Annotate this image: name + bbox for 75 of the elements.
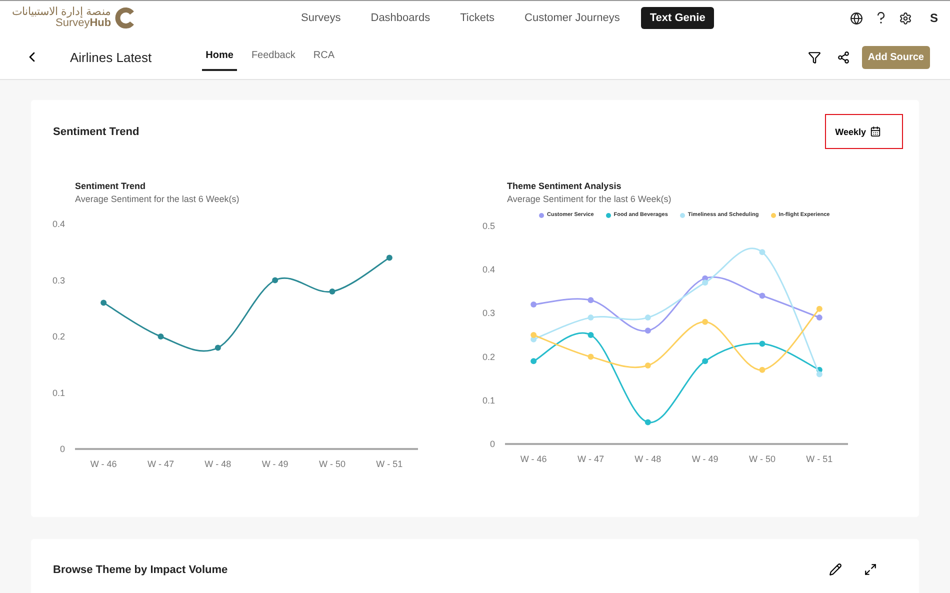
data-point bbox=[759, 292, 766, 299]
filter-icon[interactable] bbox=[808, 50, 821, 64]
chart-title: Sentiment Trend bbox=[75, 181, 147, 191]
card-title: Sentiment Trend bbox=[53, 126, 140, 138]
tab[interactable]: RCA bbox=[309, 44, 338, 70]
x-tick-label: W - 46 bbox=[90, 459, 117, 469]
y-tick-label: 0.1 bbox=[52, 388, 65, 398]
data-point bbox=[588, 314, 594, 321]
edit-icon[interactable] bbox=[829, 563, 842, 576]
x-tick-label: W - 48 bbox=[634, 454, 662, 464]
tab[interactable]: Home bbox=[202, 44, 238, 70]
nav-item[interactable]: Dashboards bbox=[362, 7, 440, 29]
chart-title: Theme Sentiment Analysis bbox=[507, 181, 622, 191]
brand-arabic-name: منصة إدارة الاستبيانات bbox=[12, 7, 112, 18]
data-point bbox=[644, 328, 651, 334]
data-point bbox=[759, 340, 766, 347]
user-initial[interactable]: S bbox=[930, 11, 938, 25]
chart-subtitle: Average Sentiment for the last 6 Week(s) bbox=[507, 194, 672, 204]
data-point bbox=[816, 314, 822, 321]
x-tick-label: W - 47 bbox=[578, 454, 604, 464]
x-tick-label: W - 50 bbox=[749, 454, 776, 464]
calendar-icon bbox=[870, 126, 881, 137]
tab[interactable]: Feedback bbox=[247, 44, 300, 70]
data-point bbox=[272, 277, 278, 284]
nav-item[interactable]: Surveys bbox=[292, 7, 350, 29]
x-tick-label: W - 47 bbox=[148, 459, 174, 469]
data-point bbox=[329, 288, 336, 294]
data-point bbox=[644, 314, 651, 321]
data-point bbox=[644, 419, 651, 426]
nav-item[interactable]: Customer Journeys bbox=[516, 7, 629, 29]
y-tick-label: 0.4 bbox=[52, 219, 65, 229]
x-tick-label: W - 46 bbox=[520, 454, 547, 464]
data-point bbox=[588, 332, 594, 338]
data-point bbox=[588, 297, 594, 304]
chart-subtitle: Average Sentiment for the last 6 Week(s) bbox=[75, 194, 240, 204]
data-point bbox=[530, 358, 537, 364]
share-icon[interactable] bbox=[836, 50, 850, 64]
data-point bbox=[214, 344, 221, 351]
y-tick-label: 0.1 bbox=[482, 395, 495, 406]
nav-item[interactable]: Text Genie bbox=[640, 7, 714, 29]
y-tick-label: 0.2 bbox=[482, 352, 495, 362]
help-icon[interactable] bbox=[876, 12, 885, 24]
y-tick-label: 0 bbox=[490, 439, 495, 449]
globe-icon[interactable] bbox=[850, 12, 863, 24]
data-point bbox=[759, 249, 766, 256]
settings-icon[interactable] bbox=[898, 12, 912, 24]
y-tick-label: 0 bbox=[60, 444, 65, 454]
data-point bbox=[588, 354, 594, 360]
data-point bbox=[644, 362, 651, 369]
nav-item[interactable]: Tickets bbox=[451, 7, 504, 29]
y-tick-label: 0.3 bbox=[52, 275, 65, 286]
data-point bbox=[158, 334, 164, 340]
data-point bbox=[100, 300, 107, 306]
logo-icon bbox=[114, 7, 136, 29]
page-title: Airlines Latest bbox=[70, 50, 152, 64]
data-point bbox=[759, 366, 766, 373]
card-title: Browse Theme by Impact Volume bbox=[53, 564, 228, 576]
y-tick-label: 0.5 bbox=[482, 221, 495, 231]
y-tick-label: 0.3 bbox=[482, 308, 495, 318]
data-point bbox=[386, 254, 392, 261]
y-tick-label: 0.4 bbox=[482, 264, 495, 275]
brand-name: SurveyHub bbox=[55, 18, 112, 29]
x-tick-label: W - 50 bbox=[319, 459, 346, 469]
x-tick-label: W - 49 bbox=[262, 459, 288, 469]
y-tick-label: 0.2 bbox=[52, 332, 65, 342]
period-button[interactable]: Weekly bbox=[825, 114, 903, 149]
data-point bbox=[530, 301, 537, 308]
data-point bbox=[702, 318, 708, 325]
x-tick-label: W - 49 bbox=[692, 454, 718, 464]
x-tick-label: W - 51 bbox=[806, 454, 833, 464]
expand-icon[interactable] bbox=[864, 563, 877, 576]
x-tick-label: W - 48 bbox=[204, 459, 232, 469]
data-point bbox=[816, 306, 822, 312]
x-tick-label: W - 51 bbox=[376, 459, 403, 469]
data-point bbox=[702, 358, 708, 364]
